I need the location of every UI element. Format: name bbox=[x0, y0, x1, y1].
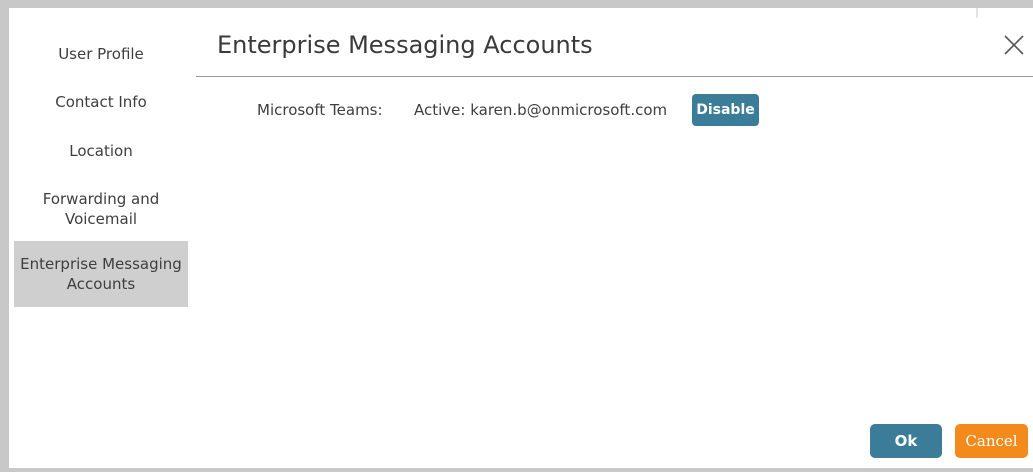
microsoft-teams-label: Microsoft Teams: bbox=[257, 101, 383, 119]
sidebar-item-enterprise-messaging[interactable]: Enterprise Messaging Accounts bbox=[14, 241, 188, 307]
dialog-frame bbox=[0, 0, 1033, 472]
sidebar-item-forwarding-voicemail[interactable]: Forwarding and Voicemail bbox=[14, 189, 188, 229]
sidebar-item-location[interactable]: Location bbox=[14, 141, 188, 163]
disable-button[interactable]: Disable bbox=[692, 94, 759, 126]
sidebar-item-label: Forwarding and Voicemail bbox=[42, 190, 160, 228]
ok-button[interactable]: Ok bbox=[870, 424, 942, 458]
sidebar-item-label: Contact Info bbox=[55, 93, 147, 111]
close-button[interactable] bbox=[1001, 32, 1027, 58]
close-x-icon bbox=[1004, 35, 1024, 55]
page-title: Enterprise Messaging Accounts bbox=[217, 31, 593, 59]
title-divider bbox=[196, 76, 1033, 77]
sidebar-item-contact-info[interactable]: Contact Info bbox=[14, 92, 188, 114]
cancel-button[interactable]: Cancel bbox=[955, 424, 1028, 458]
sidebar-item-label: Location bbox=[69, 142, 133, 160]
sidebar-item-user-profile[interactable]: User Profile bbox=[14, 44, 188, 66]
sidebar-item-label: User Profile bbox=[58, 45, 144, 63]
account-status-text: Active: karen.b@onmicrosoft.com bbox=[414, 101, 668, 119]
frame-edge-tick bbox=[976, 8, 978, 18]
sidebar-item-label: Enterprise Messaging Accounts bbox=[20, 255, 182, 293]
